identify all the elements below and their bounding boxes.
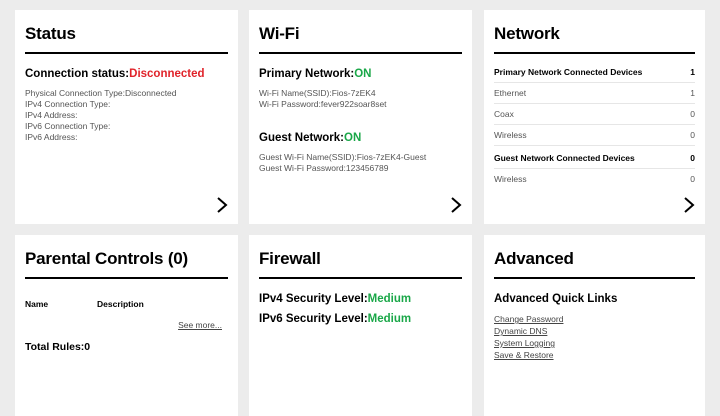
primary-network-label: Primary Network:	[259, 68, 355, 80]
column-name: Name	[25, 299, 49, 309]
ipv6-security-level: IPv6 Security Level:Medium	[259, 313, 462, 325]
guest-network-details: Guest Wi-Fi Name(SSID):Fios-7zEK4-Guest …	[259, 152, 462, 174]
device-count: 0	[690, 109, 695, 119]
guest-network-value: ON	[344, 132, 362, 144]
status-line: Physical Connection Type:Disconnected	[25, 88, 177, 98]
wifi-title: Wi-Fi	[259, 24, 462, 54]
wifi-card: Wi-Fi Primary Network:ON Wi-Fi Name(SSID…	[249, 10, 472, 224]
quick-links-list: Change Password Dynamic DNS System Loggi…	[494, 313, 695, 361]
chevron-right-icon[interactable]	[683, 196, 695, 214]
total-rules: Total Rules:0	[25, 341, 91, 353]
status-line: IPv6 Connection Type:	[25, 121, 111, 131]
firewall-card: Firewall IPv4 Security Level:Medium IPv6…	[249, 235, 472, 416]
primary-network-status: Primary Network:ON	[259, 68, 462, 80]
parental-controls-card: Parental Controls (0) Name Description S…	[15, 235, 238, 416]
status-line: IPv4 Connection Type:	[25, 99, 111, 109]
connection-status-value: Disconnected	[129, 68, 205, 80]
firewall-title: Firewall	[259, 249, 462, 279]
device-count: 1	[690, 88, 695, 98]
column-description: Description	[97, 299, 144, 309]
device-row: Wireless 0	[494, 169, 695, 189]
device-count: 0	[690, 130, 695, 140]
ipv4-security-label: IPv4 Security Level:	[259, 293, 368, 305]
connection-status: Connection status:Disconnected	[25, 68, 228, 80]
device-row: Coax 0	[494, 104, 695, 125]
status-details: Physical Connection Type:Disconnected IP…	[25, 88, 228, 143]
wifi-line: Guest Wi-Fi Password:123456789	[259, 163, 389, 173]
see-more-link[interactable]: See more...	[178, 320, 222, 330]
guest-devices-count: 0	[690, 153, 695, 163]
wifi-line: Wi-Fi Name(SSID):Fios-7zEK4	[259, 88, 376, 98]
ipv4-security-value: Medium	[367, 293, 412, 305]
network-title: Network	[494, 24, 695, 54]
guest-network-status: Guest Network:ON	[259, 132, 462, 144]
advanced-quick-links-title: Advanced Quick Links	[494, 293, 618, 305]
device-row: Ethernet 1	[494, 83, 695, 104]
status-line: IPv6 Address:	[25, 132, 78, 142]
primary-devices-header: Primary Network Connected Devices 1	[494, 62, 695, 83]
ipv6-security-label: IPv6 Security Level:	[259, 313, 368, 325]
device-type: Wireless	[494, 130, 527, 140]
chevron-right-icon[interactable]	[450, 196, 462, 214]
wifi-line: Wi-Fi Password:fever922soar8set	[259, 99, 387, 109]
status-card: Status Connection status:Disconnected Ph…	[15, 10, 238, 224]
guest-devices-label: Guest Network Connected Devices	[494, 153, 635, 163]
change-password-link[interactable]: Change Password	[494, 313, 695, 325]
network-card: Network Primary Network Connected Device…	[484, 10, 705, 224]
primary-devices-label: Primary Network Connected Devices	[494, 67, 643, 77]
primary-devices-count: 1	[690, 67, 695, 77]
save-restore-link[interactable]: Save & Restore	[494, 349, 695, 361]
ipv6-security-value: Medium	[367, 313, 412, 325]
dynamic-dns-link[interactable]: Dynamic DNS	[494, 325, 695, 337]
wifi-line: Guest Wi-Fi Name(SSID):Fios-7zEK4-Guest	[259, 152, 427, 162]
rules-table-header: Name Description	[25, 299, 228, 309]
device-type: Ethernet	[494, 88, 527, 98]
device-type: Wireless	[494, 174, 527, 184]
advanced-title: Advanced	[494, 249, 695, 279]
device-count: 0	[690, 174, 695, 184]
primary-network-value: ON	[354, 68, 372, 80]
guest-devices-header: Guest Network Connected Devices 0	[494, 148, 695, 169]
status-title: Status	[25, 24, 228, 54]
system-logging-link[interactable]: System Logging	[494, 337, 695, 349]
ipv4-security-level: IPv4 Security Level:Medium	[259, 293, 462, 305]
advanced-card: Advanced Advanced Quick Links Change Pas…	[484, 235, 705, 416]
status-line: IPv4 Address:	[25, 110, 78, 120]
network-devices-table: Primary Network Connected Devices 1 Ethe…	[494, 62, 695, 189]
connection-status-label: Connection status:	[25, 68, 130, 80]
parental-controls-title: Parental Controls (0)	[25, 249, 228, 279]
device-type: Coax	[494, 109, 514, 119]
device-row: Wireless 0	[494, 125, 695, 146]
primary-network-details: Wi-Fi Name(SSID):Fios-7zEK4 Wi-Fi Passwo…	[259, 88, 462, 110]
chevron-right-icon[interactable]	[216, 196, 228, 214]
guest-network-label: Guest Network:	[259, 132, 344, 144]
